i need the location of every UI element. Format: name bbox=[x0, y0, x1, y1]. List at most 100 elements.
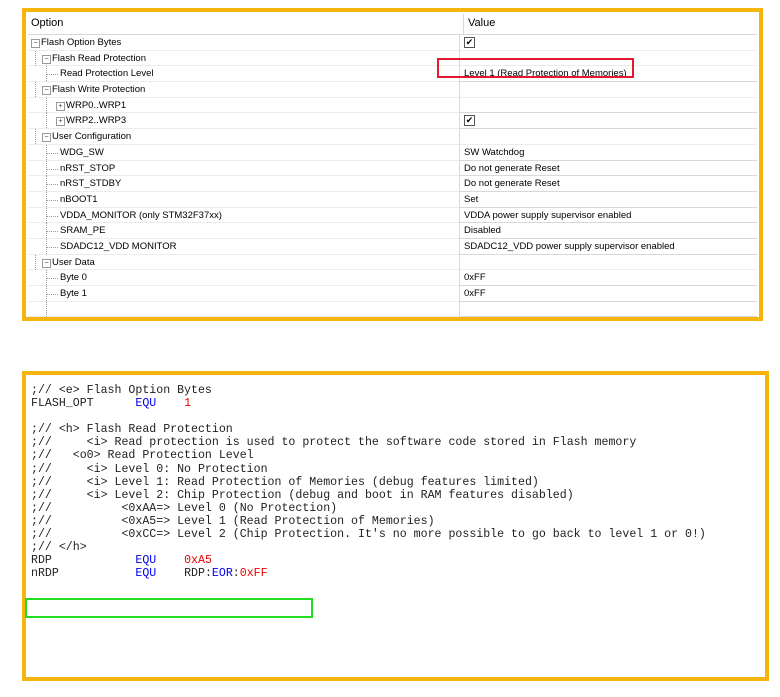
option-cell: + WRP2..WRP3 bbox=[28, 113, 460, 130]
value-cell[interactable] bbox=[460, 98, 757, 114]
code-keyword: EQU bbox=[135, 567, 157, 581]
grid-row[interactable]: Byte 0 0xFF bbox=[28, 270, 757, 286]
grid-row[interactable]: + WRP0..WRP1 bbox=[28, 97, 757, 114]
tree-connector bbox=[46, 184, 58, 186]
grid-row[interactable]: VDDA_MONITOR (only STM32F37xx) VDDA power… bbox=[28, 207, 757, 224]
code-line: ;// <i> Level 2: Chip Protection (debug … bbox=[31, 489, 706, 502]
code-number: 1 bbox=[184, 397, 192, 411]
option-bytes-panel: Option Value − Flash Option Bytes ✔ − Flash … bbox=[22, 8, 763, 321]
column-header-value[interactable]: Value bbox=[464, 14, 757, 34]
code-listing: ;// <e> Flash Option Bytes FLASH_OPT EQU … bbox=[31, 384, 706, 580]
code-text: ;// <i> Level 2: Chip Protection (debug … bbox=[31, 488, 574, 502]
value-text: VDDA power supply supervisor enabled bbox=[464, 209, 632, 221]
option-cell: Read Protection Level bbox=[28, 66, 460, 83]
tree-connector bbox=[46, 74, 58, 76]
value-cell[interactable] bbox=[460, 129, 757, 145]
code-line: ;// <o0> Read Protection Level bbox=[31, 449, 706, 462]
checkbox-checked[interactable]: ✔ bbox=[464, 115, 475, 127]
grid-row[interactable]: nRST_STOP Do not generate Reset bbox=[28, 160, 757, 177]
tree-connector bbox=[46, 152, 58, 154]
value-text: Do not generate Reset bbox=[464, 162, 560, 174]
code-text: ;// <o0> Read Protection Level bbox=[31, 449, 254, 463]
option-label: Byte 1 bbox=[60, 288, 87, 299]
grid-row[interactable]: WDG_SW SW Watchdog bbox=[28, 144, 757, 161]
collapse-icon[interactable]: − bbox=[42, 258, 51, 268]
value-cell[interactable] bbox=[460, 82, 757, 98]
code-text: ;// <h> Flash Read Protection bbox=[31, 423, 233, 437]
code-line: nRDP EQU RDP:EOR:0xFF bbox=[31, 567, 706, 580]
code-keyword: EOR bbox=[211, 567, 233, 581]
value-cell[interactable]: VDDA power supply supervisor enabled bbox=[460, 208, 757, 224]
value-cell[interactable]: Do not generate Reset bbox=[460, 161, 757, 177]
red-highlight-box bbox=[437, 58, 634, 78]
tree-connector bbox=[46, 278, 58, 280]
option-label: VDDA_MONITOR (only STM32F37xx) bbox=[60, 209, 222, 221]
option-label: SRAM_PE bbox=[60, 225, 106, 237]
code-panel: ;// <e> Flash Option Bytes FLASH_OPT EQU … bbox=[22, 371, 769, 681]
option-label: nRST_STDBY bbox=[60, 178, 122, 190]
code-text: FLASH_OPT bbox=[31, 397, 136, 411]
code-keyword: EQU bbox=[135, 397, 157, 411]
option-cell: nBOOT1 bbox=[28, 191, 460, 208]
value-text: Disabled bbox=[464, 225, 501, 237]
code-number: 0xA5 bbox=[184, 554, 212, 568]
value-cell[interactable]: Disabled bbox=[460, 223, 757, 239]
value-cell[interactable]: SDADC12_VDD power supply supervisor enab… bbox=[460, 239, 757, 255]
value-cell[interactable]: Set bbox=[460, 192, 757, 208]
grid-row[interactable]: SRAM_PE Disabled bbox=[28, 223, 757, 239]
option-cell bbox=[28, 301, 460, 318]
grid-row[interactable]: nBOOT1 Set bbox=[28, 191, 757, 208]
grid-row[interactable]: − Flash Read Protection bbox=[28, 50, 757, 67]
value-text: SW Watchdog bbox=[464, 146, 525, 158]
option-cell: VDDA_MONITOR (only STM32F37xx) bbox=[28, 207, 460, 224]
value-cell[interactable]: Do not generate Reset bbox=[460, 176, 757, 192]
grid-row[interactable]: − Flash Write Protection bbox=[28, 82, 757, 98]
column-header-option[interactable]: Option bbox=[28, 14, 464, 34]
code-line: ;// <0xA5=> Level 1 (Read Protection of … bbox=[31, 515, 706, 528]
value-text: Do not generate Reset bbox=[464, 178, 560, 190]
expand-icon[interactable]: + bbox=[56, 101, 65, 111]
option-label: WRP2..WRP3 bbox=[66, 115, 127, 127]
grid-row[interactable]: + WRP2..WRP3 ✔ bbox=[28, 113, 757, 130]
option-label: User Data bbox=[52, 256, 95, 268]
grid-row[interactable]: Byte 1 0xFF bbox=[28, 286, 757, 302]
tree-connector bbox=[35, 50, 36, 66]
value-cell[interactable]: ✔ bbox=[460, 113, 757, 130]
grid-row[interactable]: nRST_STDBY Do not generate Reset bbox=[28, 176, 757, 192]
value-cell[interactable] bbox=[460, 255, 757, 271]
grid-row[interactable]: − Flash Option Bytes ✔ bbox=[28, 35, 757, 51]
value-cell[interactable]: 0xFF bbox=[460, 286, 757, 302]
grid-row[interactable]: − User Configuration bbox=[28, 129, 757, 145]
value-cell[interactable]: 0xFF bbox=[460, 270, 757, 286]
option-cell: − User Configuration bbox=[28, 129, 460, 145]
value-cell[interactable] bbox=[460, 302, 757, 318]
expand-icon[interactable]: + bbox=[56, 117, 65, 127]
option-cell: − Flash Option Bytes bbox=[28, 35, 460, 51]
code-line: ;// <i> Read protection is used to prote… bbox=[31, 436, 706, 449]
option-label: Flash Write Protection bbox=[52, 84, 146, 96]
value-cell[interactable]: SW Watchdog bbox=[460, 145, 757, 161]
option-label: nRST_STOP bbox=[60, 162, 116, 174]
grid-row[interactable]: Read Protection Level Level 1 (Read Prote… bbox=[28, 66, 757, 83]
code-text: ;// <0xAA=> Level 0 (No Protection) bbox=[31, 501, 338, 515]
code-number: 0xFF bbox=[239, 567, 268, 581]
option-cell: + WRP0..WRP1 bbox=[28, 97, 460, 114]
grid-row[interactable]: − User Data bbox=[28, 254, 757, 271]
grid-row[interactable] bbox=[28, 301, 757, 318]
collapse-icon[interactable]: − bbox=[31, 39, 40, 48]
option-label: WRP0..WRP1 bbox=[66, 99, 127, 111]
code-text: : bbox=[232, 567, 240, 581]
code-text: ;// <0xA5=> Level 1 (Read Protection of … bbox=[31, 514, 435, 528]
value-cell[interactable]: ✔ bbox=[460, 35, 757, 51]
code-text: ;// </h> bbox=[31, 541, 87, 555]
collapse-icon[interactable]: − bbox=[42, 86, 51, 96]
code-line: ;// </h> bbox=[31, 541, 706, 554]
collapse-icon[interactable]: − bbox=[42, 133, 51, 143]
checkbox-checked[interactable]: ✔ bbox=[464, 37, 475, 48]
grid-row[interactable]: SDADC12_VDD MONITOR SDADC12_VDD power sup… bbox=[28, 238, 757, 255]
collapse-icon[interactable]: − bbox=[42, 54, 51, 64]
tree-connector bbox=[46, 215, 58, 217]
